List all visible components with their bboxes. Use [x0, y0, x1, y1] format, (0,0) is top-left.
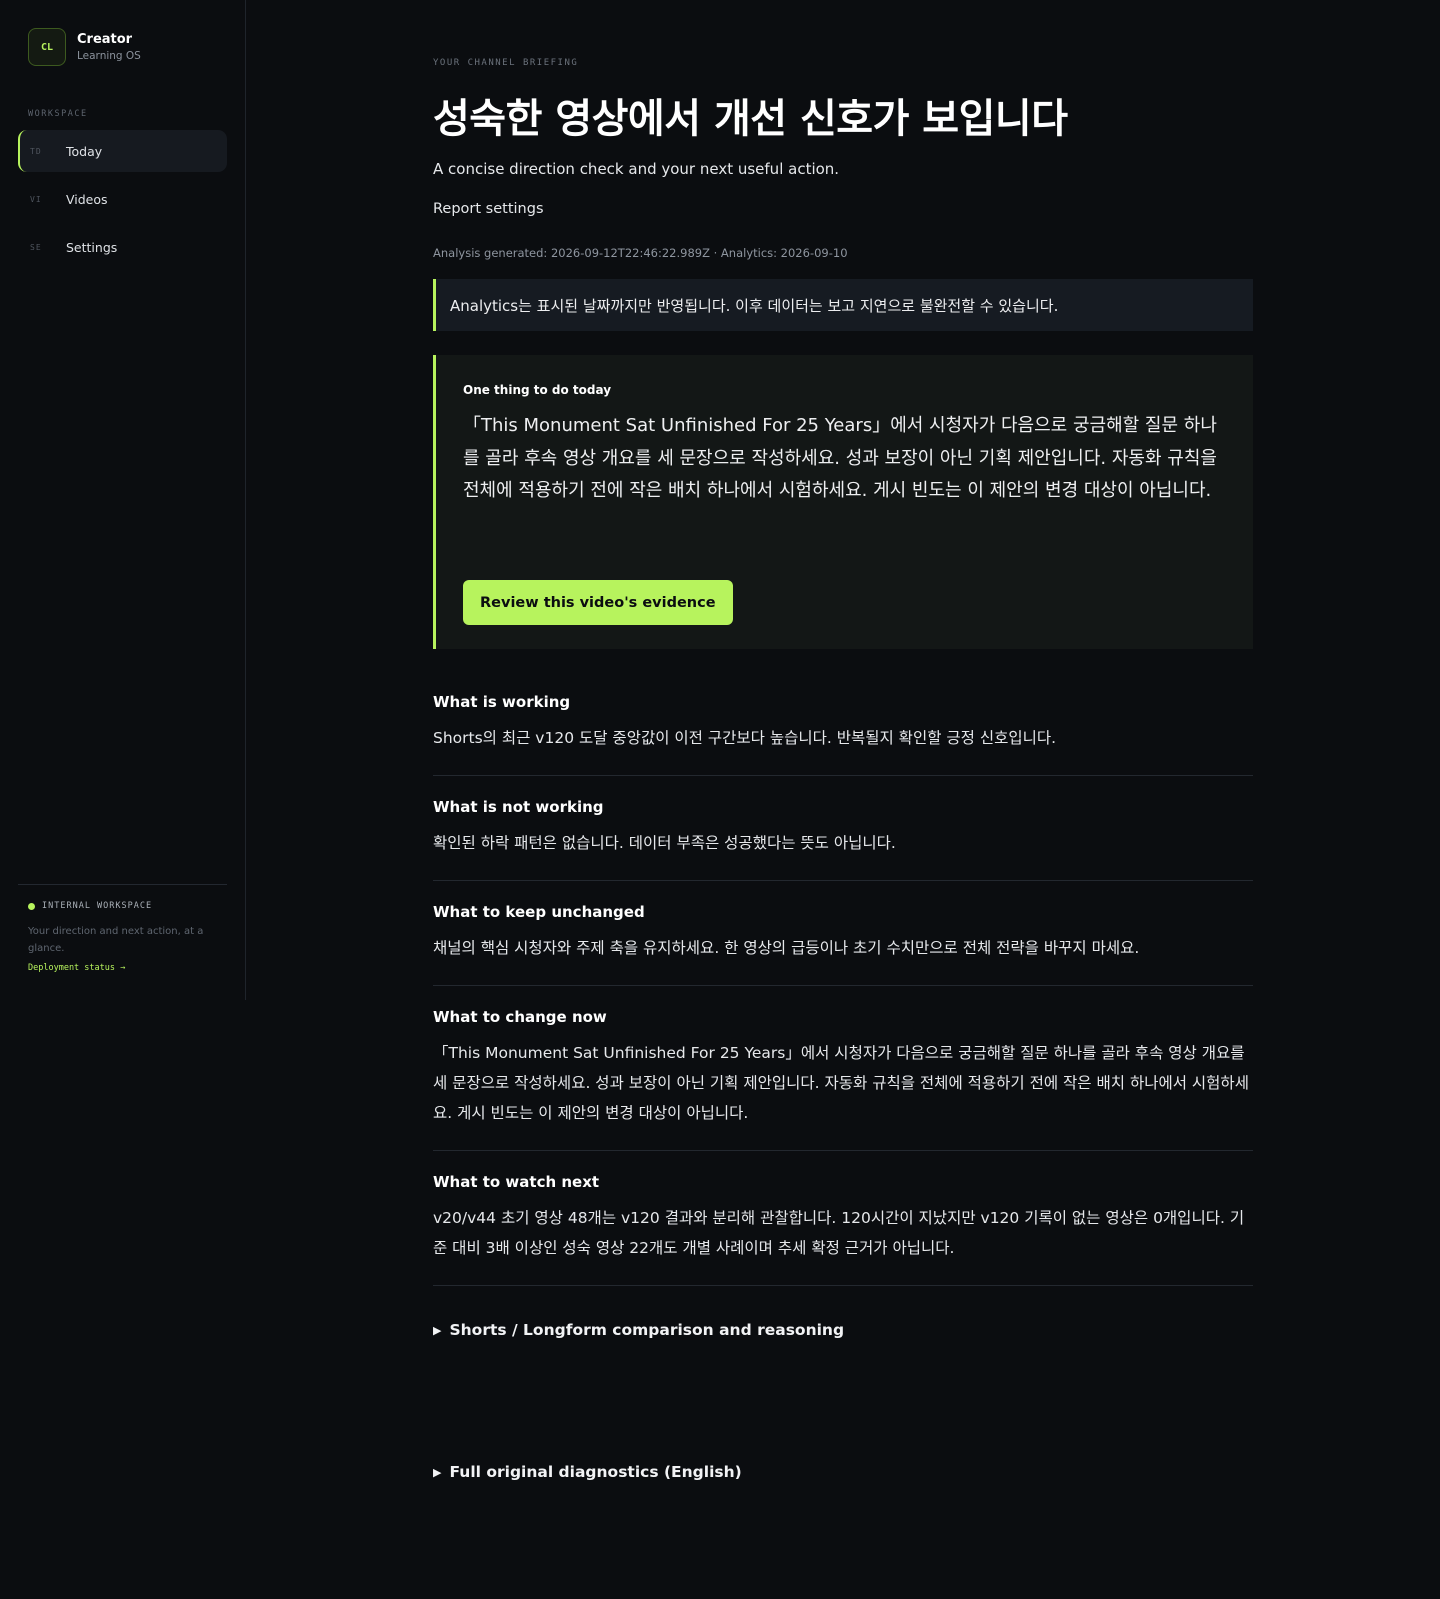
nav-code: TD — [30, 146, 42, 156]
section-title: What to change now — [433, 1008, 607, 1026]
page-subtitle: A concise direction check and your next … — [433, 160, 840, 178]
section-title: What is not working — [433, 798, 604, 816]
section-title: What to keep unchanged — [433, 903, 645, 921]
section-keep-unchanged: What to keep unchanged 채널의 핵심 시청자와 주제 축을… — [433, 903, 1253, 986]
section-title: What to watch next — [433, 1173, 600, 1191]
sidebar-item-today[interactable]: TD Today — [18, 130, 227, 172]
section-not-working: What is not working 확인된 하락 패턴은 없습니다. 데이터… — [433, 798, 1253, 881]
sidebar-item-settings[interactable]: SE Settings — [18, 226, 227, 268]
footer-description: Your direction and next action, at a gla… — [28, 926, 204, 954]
section-title: What is working — [433, 693, 571, 711]
brand-text: Creator Learning OS — [77, 32, 141, 62]
analytics-notice: Analytics는 표시된 날짜까지만 반영됩니다. 이후 데이터는 보고 지… — [433, 279, 1253, 331]
deployment-status-link[interactable]: Deployment status → — [28, 963, 217, 973]
sidebar: CL Creator Learning OS WORKSPACE TD Toda… — [0, 0, 246, 1000]
section-body: v20/v44 초기 영상 48개는 v120 결과와 분리해 관찰합니다. 1… — [433, 1209, 1245, 1257]
sidebar-item-label: Today — [66, 143, 103, 159]
section-working: What is working Shorts의 최근 v120 도달 중앙값이 … — [433, 693, 1253, 776]
action-label: One thing to do today — [463, 383, 612, 397]
internal-workspace-status: INTERNAL WORKSPACE — [28, 901, 217, 911]
section-change-now: What to change now 「This Monument Sat Un… — [433, 1008, 1253, 1151]
nav-code: SE — [30, 242, 42, 252]
section-body: 확인된 하락 패턴은 없습니다. 데이터 부족은 성공했다는 뜻도 아닙니다. — [433, 834, 896, 852]
page-title: 성숙한 영상에서 개선 신호가 보입니다 — [433, 96, 1068, 142]
sidebar-item-label: Settings — [66, 239, 118, 255]
section-body: 채널의 핵심 시청자와 주제 축을 유지하세요. 한 영상의 급등이나 초기 수… — [433, 939, 1140, 957]
brand-title: Creator — [77, 32, 133, 47]
nav-code: VI — [30, 194, 42, 204]
today-action-card: One thing to do today 「This Monument Sat… — [433, 355, 1253, 649]
report-settings-link[interactable]: Report settings — [433, 201, 544, 217]
analysis-meta: Analysis generated: 2026-09-12T22:46:22.… — [433, 246, 848, 260]
eyebrow: YOUR CHANNEL BRIEFING — [433, 58, 579, 68]
sidebar-footer: INTERNAL WORKSPACE Your direction and ne… — [18, 884, 227, 973]
details-diagnostics-toggle[interactable]: ▶ Full original diagnostics (English) — [433, 1463, 742, 1481]
sidebar-item-label: Videos — [66, 191, 108, 207]
details-label: Shorts / Longform comparison and reasoni… — [449, 1321, 845, 1339]
action-text: 「This Monument Sat Unfinished For 25 Yea… — [463, 415, 1217, 501]
triangle-right-icon: ▶ — [433, 1465, 442, 1479]
details-label: Full original diagnostics (English) — [449, 1463, 742, 1481]
section-watch-next: What to watch next v20/v44 초기 영상 48개는 v1… — [433, 1173, 1253, 1286]
review-evidence-button[interactable]: Review this video's evidence — [463, 580, 733, 625]
details-comparison-toggle[interactable]: ▶ Shorts / Longform comparison and reaso… — [433, 1321, 844, 1339]
brand-subtitle: Learning OS — [77, 50, 141, 62]
sidebar-item-videos[interactable]: VI Videos — [18, 178, 227, 220]
section-body: Shorts의 최근 v120 도달 중앙값이 이전 구간보다 높습니다. 반복… — [433, 729, 1057, 747]
status-dot-icon — [28, 902, 35, 910]
section-body: 「This Monument Sat Unfinished For 25 Yea… — [433, 1044, 1249, 1122]
sidebar-nav: TD Today VI Videos SE Settings — [18, 130, 227, 274]
brand-logo: CL — [28, 28, 66, 66]
status-label: INTERNAL WORKSPACE — [42, 901, 153, 911]
briefing-sections: What is working Shorts의 최근 v120 도달 중앙값이 … — [433, 693, 1253, 1308]
brand[interactable]: CL Creator Learning OS — [28, 28, 141, 66]
workspace-section-label: WORKSPACE — [28, 109, 88, 119]
triangle-right-icon: ▶ — [433, 1323, 442, 1337]
